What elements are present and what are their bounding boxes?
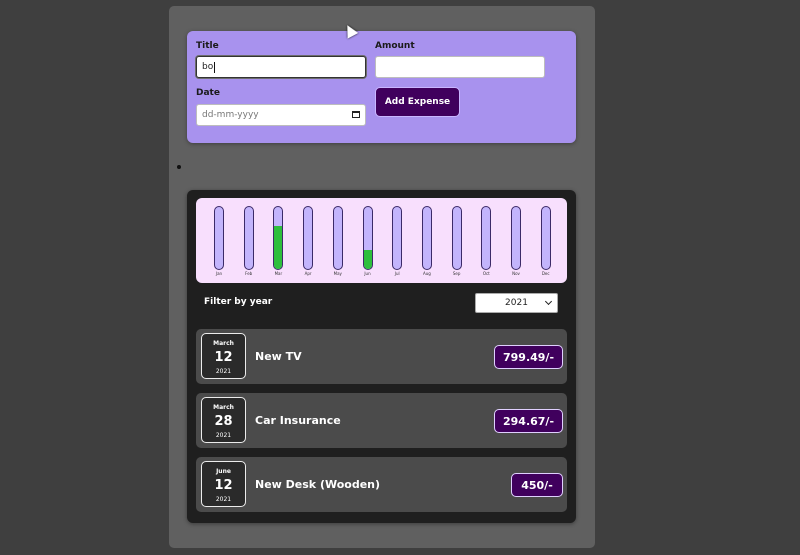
year-select-value: 2021 xyxy=(505,298,528,308)
expense-date: March 12 2021 xyxy=(201,333,246,379)
expense-date: March 28 2021 xyxy=(201,397,246,443)
chart-bar-jun: Jun xyxy=(362,206,373,276)
chart-bar-track xyxy=(451,206,462,270)
expense-app: Title bo Amount Date dd-mm-yyyy Add Expe… xyxy=(169,6,595,548)
expense-date-year: 2021 xyxy=(215,496,232,503)
chart-bar-track xyxy=(540,206,551,270)
expense-item: June 12 2021 New Desk (Wooden) 450/- xyxy=(196,457,567,512)
expense-date-day: 12 xyxy=(214,478,233,493)
chart-bar-label: Dec xyxy=(541,271,550,276)
expense-date-month: June xyxy=(216,468,231,475)
expense-date: June 12 2021 xyxy=(201,461,246,507)
amount-label: Amount xyxy=(375,41,415,51)
add-expense-button[interactable]: Add Expense xyxy=(375,87,460,117)
chart-bar-aug: Aug xyxy=(421,206,432,276)
date-input[interactable]: dd-mm-yyyy xyxy=(196,104,366,126)
chart-bar-dec: Dec xyxy=(540,206,551,276)
expense-date-day: 28 xyxy=(214,414,233,429)
chart-bar-track xyxy=(421,206,432,270)
chart-bar-feb: Feb xyxy=(243,206,254,276)
chart-bar-label: Sep xyxy=(452,271,461,276)
calendar-icon[interactable] xyxy=(352,111,360,118)
chart-bar-jul: Jul xyxy=(392,206,403,276)
amount-input[interactable] xyxy=(375,56,545,78)
expense-price: 294.67/- xyxy=(494,409,563,433)
expense-date-month: March xyxy=(213,340,234,347)
monthly-chart: Jan Feb Mar Apr May Jun Jul Aug Sep Oct Nov Dec xyxy=(196,198,567,283)
expense-date-month: March xyxy=(213,404,234,411)
year-select[interactable]: 2021 xyxy=(475,293,558,313)
title-input[interactable]: bo xyxy=(196,56,366,78)
title-label: Title xyxy=(196,41,219,51)
chart-bar-track xyxy=(214,206,224,270)
chart-bar-label: Aug xyxy=(422,271,431,276)
expense-item: March 12 2021 New TV 799.49/- xyxy=(196,329,567,384)
text-caret xyxy=(214,61,216,73)
chart-bar-label: May xyxy=(333,271,342,276)
expense-title: New Desk (Wooden) xyxy=(255,478,381,491)
expense-price: 450/- xyxy=(511,473,563,497)
list-bullet xyxy=(177,165,181,169)
title-input-value: bo xyxy=(202,62,214,72)
chart-bar-sep: Sep xyxy=(451,206,462,276)
chart-bar-label: Jan xyxy=(215,271,223,276)
chart-bar-fill xyxy=(363,250,372,269)
expense-date-year: 2021 xyxy=(215,368,232,375)
chart-bar-label: Mar xyxy=(274,271,283,276)
expense-date-year: 2021 xyxy=(215,432,232,439)
chart-bar-may: May xyxy=(332,206,343,276)
chart-bar-label: Nov xyxy=(512,271,520,276)
chart-bar-label: Jun xyxy=(364,271,371,276)
expense-title: Car Insurance xyxy=(255,414,341,427)
chevron-down-icon xyxy=(544,297,553,306)
expense-item: March 28 2021 Car Insurance 294.67/- xyxy=(196,393,567,448)
chart-bar-track xyxy=(481,206,492,270)
chart-bar-label: Oct xyxy=(482,271,490,276)
date-placeholder: dd-mm-yyyy xyxy=(202,110,259,120)
expense-date-day: 12 xyxy=(214,350,233,365)
expense-title: New TV xyxy=(255,350,302,363)
chart-bar-track xyxy=(392,206,403,270)
chart-bar-nov: Nov xyxy=(511,206,521,276)
chart-bar-label: Jul xyxy=(394,271,400,276)
chart-bar-track xyxy=(332,206,343,270)
date-label: Date xyxy=(196,88,220,98)
chart-bar-oct: Oct xyxy=(481,206,492,276)
new-expense-form: Title bo Amount Date dd-mm-yyyy Add Expe… xyxy=(187,31,576,143)
chart-bar-track xyxy=(273,206,284,270)
filter-label: Filter by year xyxy=(204,297,273,307)
chart-bar-jan: Jan xyxy=(214,206,224,276)
chart-bar-apr: Apr xyxy=(303,206,314,276)
chart-bar-label: Apr xyxy=(304,271,312,276)
chart-bar-track xyxy=(243,206,254,270)
chart-bar-mar: Mar xyxy=(273,206,284,276)
chart-bar-label: Feb xyxy=(245,271,253,276)
chart-bar-track xyxy=(362,206,373,270)
chart-bar-fill xyxy=(274,225,283,269)
chart-bar-track xyxy=(303,206,314,270)
expenses-panel: Jan Feb Mar Apr May Jun Jul Aug Sep Oct Nov Dec Fil… xyxy=(187,190,576,523)
expense-price: 799.49/- xyxy=(494,345,563,369)
chart-bar-track xyxy=(511,206,521,270)
